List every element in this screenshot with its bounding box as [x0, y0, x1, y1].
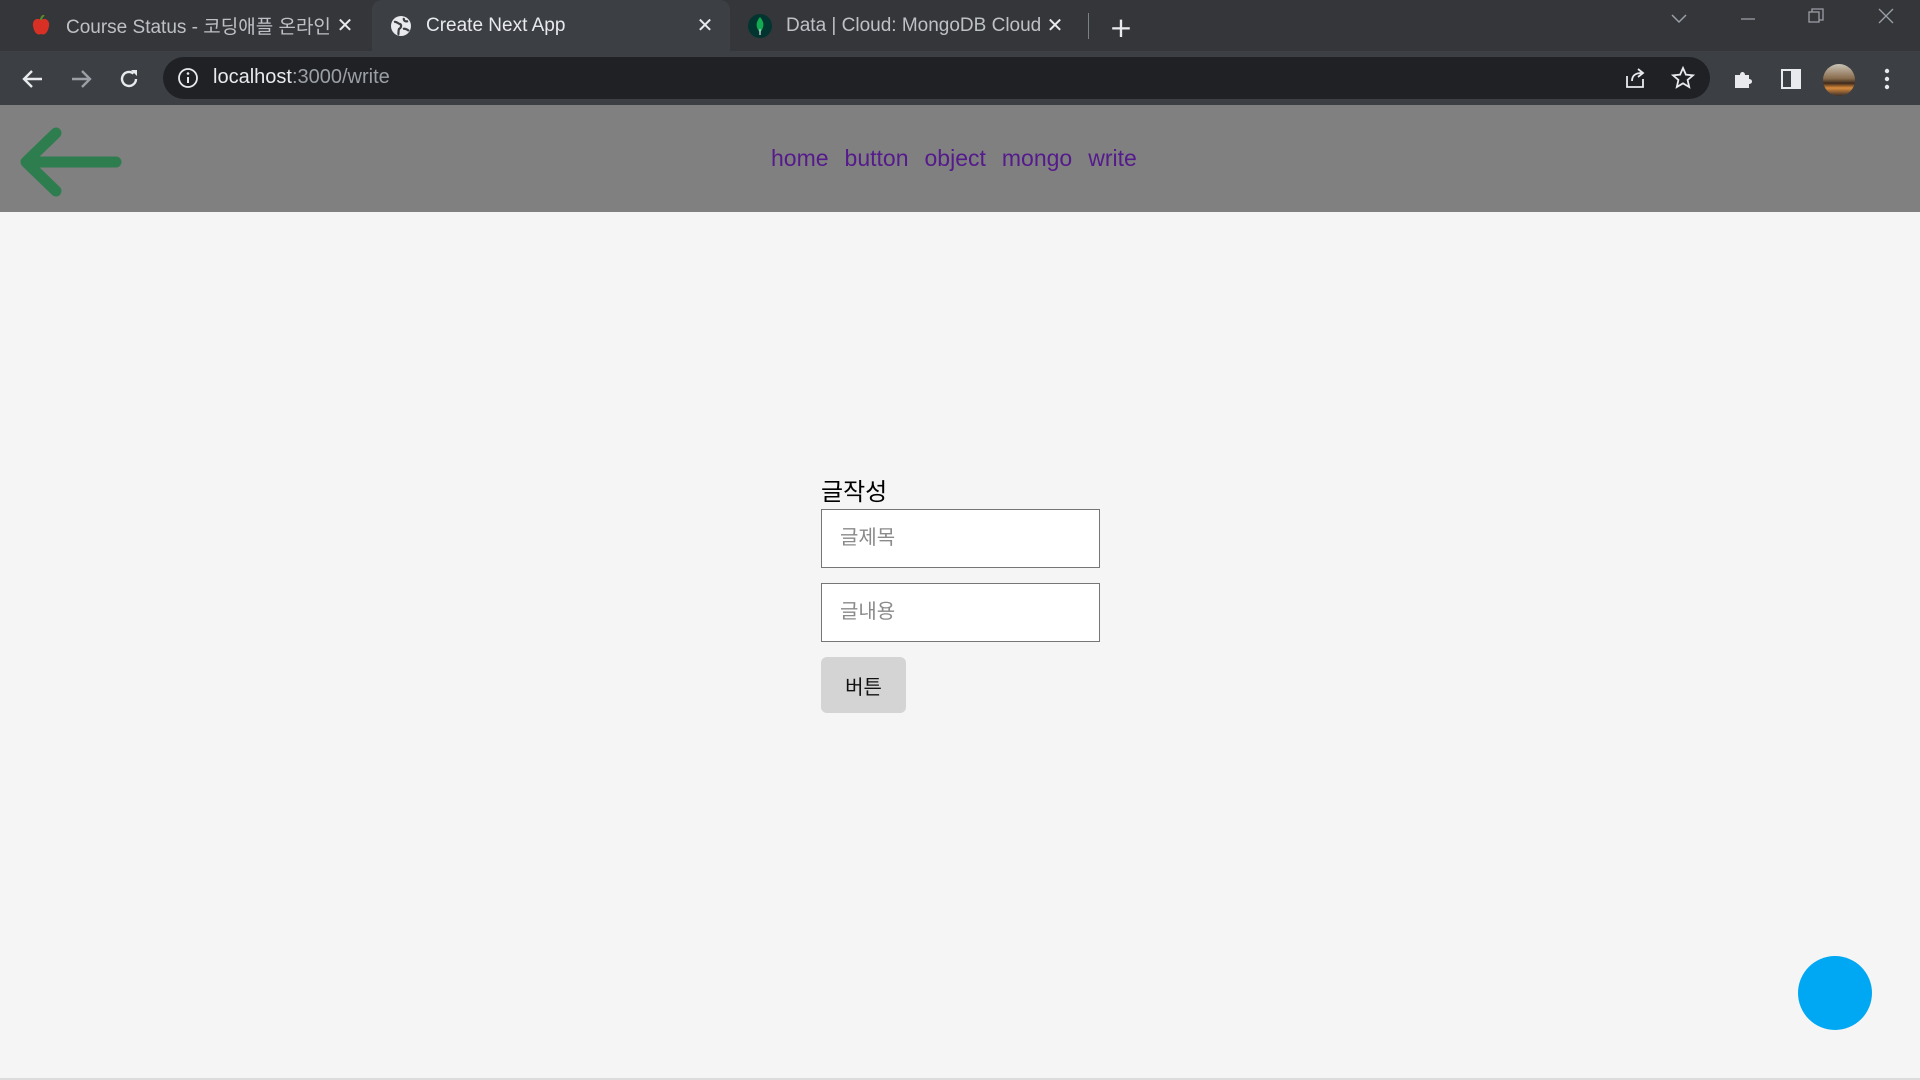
close-window-icon[interactable] [1866, 8, 1906, 29]
mongodb-leaf-icon [748, 13, 772, 38]
side-panel-icon[interactable] [1777, 65, 1805, 93]
tab-title: Data | Cloud: MongoDB Cloud [786, 14, 1042, 36]
nav-link-mongo[interactable]: mongo [1002, 145, 1072, 172]
profile-avatar[interactable] [1823, 64, 1855, 96]
tab-create-next-app[interactable]: Create Next App ✕ [372, 0, 730, 51]
tab-close-icon[interactable]: ✕ [332, 13, 358, 39]
write-form: 글작성 버튼 [821, 476, 1101, 713]
site-navbar: home button object mongo write [0, 105, 1920, 212]
tab-course-status[interactable]: Course Status - 코딩애플 온라인 ✕ [0, 0, 370, 51]
nav-link-home[interactable]: home [771, 145, 829, 172]
tab-title: Create Next App [426, 14, 566, 36]
back-icon[interactable] [18, 64, 48, 94]
new-tab-plus-icon[interactable]: + [1106, 11, 1136, 44]
form-title: 글작성 [821, 479, 888, 506]
bookmark-star-icon[interactable] [1669, 64, 1697, 92]
minimize-icon[interactable] [1728, 8, 1768, 29]
tab-close-icon[interactable]: ✕ [1042, 13, 1068, 39]
menu-kebab-icon[interactable] [1873, 65, 1901, 93]
tab-mongodb-cloud[interactable]: Data | Cloud: MongoDB Cloud ✕ [732, 0, 1080, 51]
post-content-input[interactable] [821, 583, 1100, 642]
floating-action-button[interactable] [1798, 956, 1872, 1030]
extensions-puzzle-icon[interactable] [1729, 65, 1757, 93]
apple-icon [30, 14, 52, 37]
post-title-input[interactable] [821, 509, 1100, 568]
restore-icon[interactable] [1796, 8, 1836, 29]
tab-separator [1088, 13, 1089, 39]
share-icon[interactable] [1621, 64, 1649, 92]
address-bar[interactable]: localhost:3000/write [163, 57, 1710, 99]
submit-button[interactable]: 버튼 [821, 657, 906, 713]
browser-toolbar: localhost:3000/write [0, 51, 1920, 105]
nav-link-button[interactable]: button [845, 145, 909, 172]
tab-close-icon[interactable]: ✕ [692, 13, 718, 39]
arrow-left-icon[interactable] [18, 127, 122, 197]
url-host: localhost [213, 66, 292, 88]
browser-tabstrip: Course Status - 코딩애플 온라인 ✕ Create Next A… [0, 0, 1920, 51]
tab-title: Course Status - 코딩애플 온라인 [66, 17, 331, 38]
globe-icon [390, 15, 412, 37]
url-text: localhost:3000/write [213, 66, 390, 89]
forward-icon[interactable] [66, 64, 96, 94]
url-path: :3000/write [291, 66, 390, 88]
nav-link-object[interactable]: object [925, 145, 986, 172]
reload-icon[interactable] [114, 64, 144, 94]
nav-link-write[interactable]: write [1088, 145, 1137, 172]
page-viewport: home button object mongo write 글작성 버튼 [0, 105, 1920, 1080]
nav-links: home button object mongo write [771, 145, 1137, 172]
tab-search-chevron-icon[interactable] [1659, 8, 1699, 29]
site-info-icon[interactable] [177, 67, 199, 89]
